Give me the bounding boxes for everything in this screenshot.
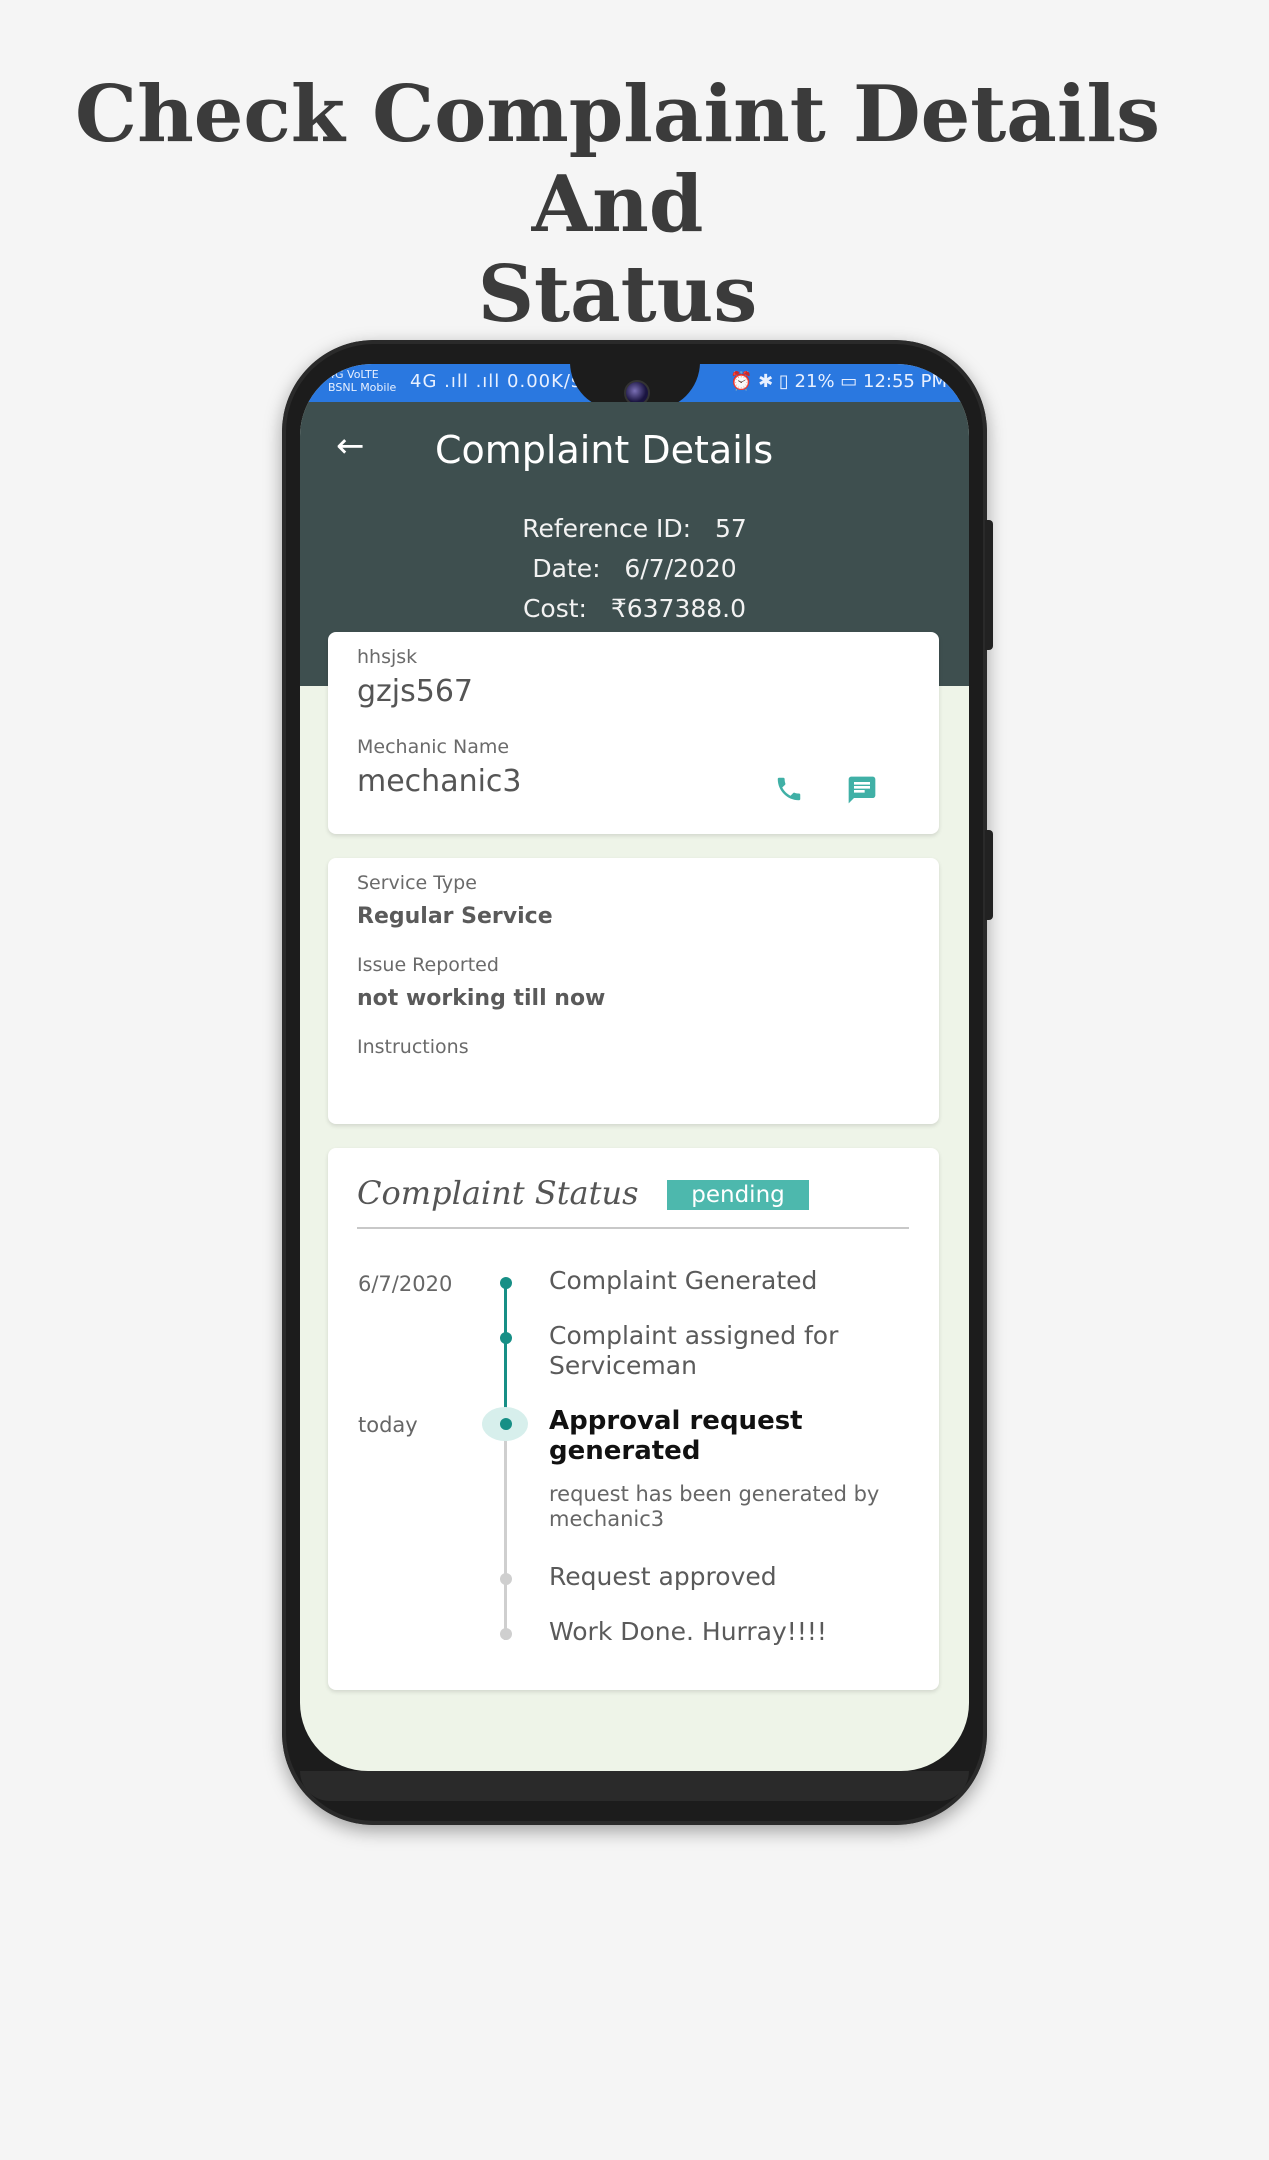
- timeline-dot: [500, 1418, 512, 1430]
- carrier-info: 4G VoLTE BSNL Mobile: [328, 368, 396, 394]
- headline-line-2: Status: [477, 249, 758, 340]
- vehicle-label: hhsjsk: [357, 646, 418, 668]
- timeline-step-text: Request approved: [549, 1562, 777, 1591]
- timeline-dot: [500, 1628, 512, 1640]
- timeline-line-pending: [504, 1430, 507, 1640]
- vehicle-value: gzjs567: [357, 674, 474, 709]
- status-title: Complaint Status: [357, 1174, 639, 1212]
- mechanic-value: mechanic3: [357, 764, 522, 799]
- service-type-value: Regular Service: [357, 904, 553, 929]
- timeline-dot: [500, 1277, 512, 1289]
- network-speed: 4G .ıll .ıll 0.00K/s: [410, 371, 582, 392]
- phone-screen: 4G VoLTE BSNL Mobile 4G .ıll .ıll 0.00K/…: [300, 364, 969, 1771]
- timeline-step-text: Work Done. Hurray!!!!: [549, 1617, 827, 1646]
- timeline-step-subtext: request has been generated by mechanic3: [549, 1482, 880, 1531]
- divider: [357, 1227, 909, 1229]
- issue-label: Issue Reported: [357, 954, 499, 976]
- power-button: [985, 830, 993, 920]
- headline-line-1: Check Complaint Details And: [75, 69, 1160, 250]
- status-icons: ⏰ ✱ ▯ 21% ▭ 12:55 PM: [729, 371, 947, 392]
- timeline-date: 6/7/2020: [358, 1272, 453, 1296]
- reference-row: Reference ID: 57: [300, 514, 969, 543]
- mechanic-label: Mechanic Name: [357, 736, 510, 758]
- timeline-dot: [500, 1332, 512, 1344]
- phone-frame: 4G VoLTE BSNL Mobile 4G .ıll .ıll 0.00K/…: [282, 340, 993, 1825]
- date-label: Date:: [532, 554, 601, 583]
- reference-label: Reference ID:: [522, 514, 692, 543]
- cost-value: ₹637388.0: [610, 594, 747, 623]
- message-icon[interactable]: [846, 774, 878, 810]
- instructions-label: Instructions: [357, 1036, 469, 1058]
- page-title: Complaint Details: [435, 428, 774, 472]
- timeline-step-text: Complaint Generated: [549, 1266, 818, 1295]
- timeline-step-text: Complaint assigned for Serviceman: [549, 1321, 839, 1380]
- date-row: Date: 6/7/2020: [300, 554, 969, 583]
- carrier-name: BSNL Mobile: [328, 381, 397, 394]
- service-type-label: Service Type: [357, 872, 477, 894]
- timeline-step-text: Approval request generated: [549, 1406, 803, 1466]
- issue-value: not working till now: [357, 986, 606, 1011]
- timeline-date: today: [358, 1413, 418, 1437]
- cost-row: Cost: ₹637388.0: [300, 594, 969, 623]
- phone-chin: [300, 1771, 969, 1801]
- headline: Check Complaint Details And Status: [0, 70, 1235, 340]
- cost-label: Cost:: [522, 594, 587, 623]
- volume-button: [985, 520, 993, 650]
- status-card: Complaint Status pending 6/7/2020 Compla…: [328, 1148, 939, 1690]
- vehicle-card: hhsjsk gzjs567 Mechanic Name mechanic3: [328, 632, 939, 834]
- timeline-dot: [500, 1573, 512, 1585]
- back-arrow-icon[interactable]: ←: [336, 426, 365, 466]
- status-badge: pending: [667, 1180, 809, 1210]
- phone-icon[interactable]: [774, 774, 804, 808]
- service-card: Service Type Regular Service Issue Repor…: [328, 858, 939, 1124]
- carrier-network: 4G VoLTE: [328, 368, 379, 381]
- reference-value: 57: [714, 514, 747, 543]
- date-value: 6/7/2020: [624, 554, 737, 583]
